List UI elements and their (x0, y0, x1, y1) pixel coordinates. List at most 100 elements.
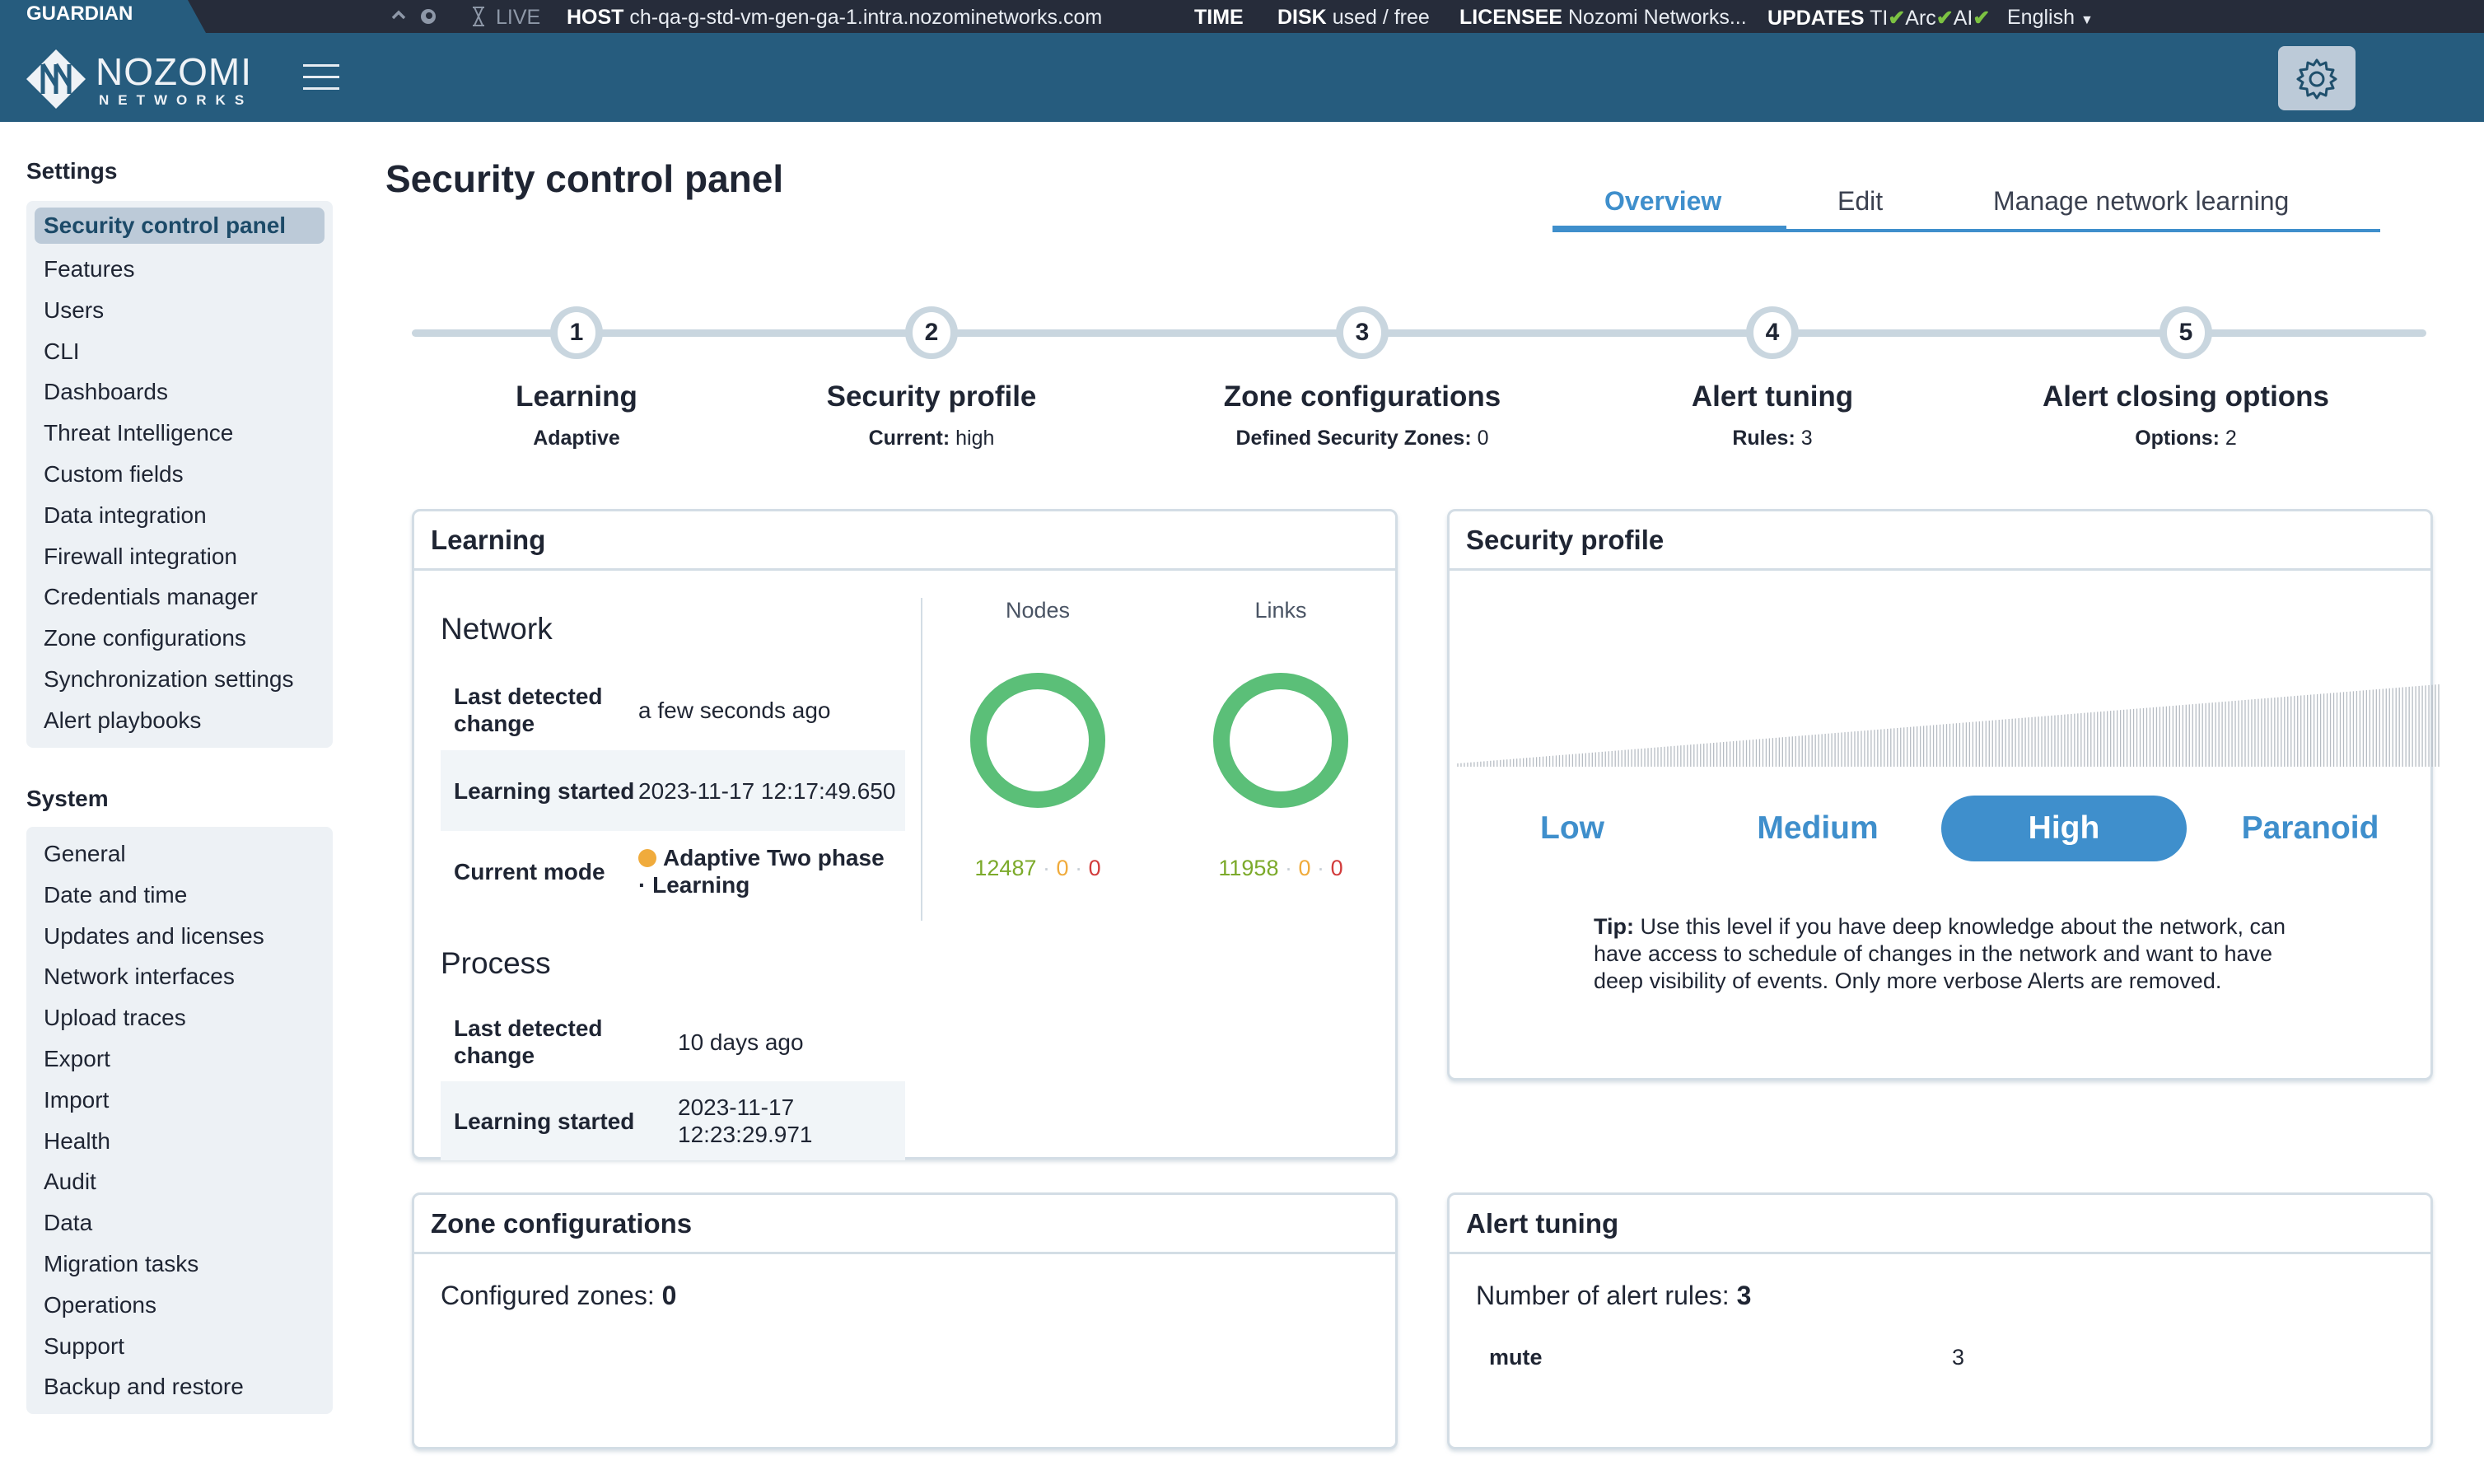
sidebar-item-threat-intelligence[interactable]: Threat Intelligence (35, 413, 325, 454)
sidebar-item-import[interactable]: Import (35, 1080, 325, 1121)
links-pending-count: 0 (1298, 856, 1311, 880)
sidebar-item-custom-fields[interactable]: Custom fields (35, 454, 325, 495)
sidebar-item-cli[interactable]: CLI (35, 331, 325, 372)
logo-sub: NETWORKS (99, 92, 254, 108)
step-title: Zone configurations (1223, 380, 1501, 413)
step-number-badge[interactable]: 3 (1336, 306, 1389, 359)
updates-label: UPDATES (1767, 7, 1865, 30)
security-profile-panel: Security profile Low Medium High Paranoi… (1447, 509, 2440, 1080)
rule-count: 3 (1952, 1345, 1965, 1370)
eye-icon[interactable] (418, 7, 438, 32)
update-arc: Arc (1905, 7, 1936, 30)
panel-title: Alert tuning (1450, 1195, 2430, 1254)
panel-title: Zone configurations (414, 1195, 1395, 1254)
collapse-icon[interactable] (390, 5, 407, 30)
alert-tuning-panel: Alert tuning Number of alert rules: 3 mu… (1447, 1192, 2433, 1449)
nodes-summary[interactable]: Nodes 12487 · 0 · 0 (947, 598, 1128, 881)
sidebar-item-updates-and-licenses[interactable]: Updates and licenses (35, 916, 325, 957)
level-low-button[interactable]: Low (1450, 796, 1695, 861)
language-value: English (2007, 6, 2075, 29)
step-number-badge[interactable]: 2 (905, 306, 958, 359)
language-select[interactable]: English ▼ (2007, 6, 2094, 30)
sidebar-settings-group: Security control panel Features Users CL… (26, 201, 333, 748)
time-info: TIME (1194, 6, 1244, 30)
sidebar-item-alert-playbooks[interactable]: Alert playbooks (35, 700, 325, 741)
sidebar-item-dashboards[interactable]: Dashboards (35, 371, 325, 413)
step-learning[interactable]: 1 Learning Adaptive (371, 306, 782, 450)
step-number-badge[interactable]: 4 (1746, 306, 1799, 359)
sidebar-item-firewall-integration[interactable]: Firewall integration (35, 536, 325, 577)
nozomi-logo[interactable]: NOZOMI NETWORKS (25, 44, 272, 110)
step-subtitle: Options: 2 (2135, 427, 2237, 450)
links-learned-count: 11958 (1218, 856, 1279, 880)
step-title: Security profile (826, 380, 1037, 413)
sidebar-item-synchronization-settings[interactable]: Synchronization settings (35, 659, 325, 700)
host-info: HOST ch-qa-g-std-vm-gen-ga-1.intra.nozom… (567, 6, 1102, 30)
links-label: Links (1254, 598, 1307, 623)
step-number-badge[interactable]: 5 (2159, 306, 2212, 359)
sidebar-section-title: System (26, 786, 109, 811)
tab-manage-network-learning[interactable]: Manage network learning (1993, 186, 2289, 217)
nodes-learned-arc[interactable] (970, 673, 1105, 808)
security-level-selector: Low Medium High Paranoid (1450, 796, 2435, 861)
step-subtitle: Adaptive (533, 427, 620, 450)
sidebar-item-export[interactable]: Export (35, 1038, 325, 1080)
step-zone-configurations[interactable]: 3 Zone configurations Defined Security Z… (1156, 306, 1568, 450)
sidebar-item-zone-configurations[interactable]: Zone configurations (35, 618, 325, 659)
tab-overview[interactable]: Overview (1604, 186, 1721, 217)
sidebar-item-support[interactable]: Support (35, 1326, 325, 1367)
step-subtitle: Rules: 3 (1732, 427, 1813, 450)
check-icon: ✔ (1888, 7, 1906, 30)
sidebar-item-credentials-manager[interactable]: Credentials manager (35, 576, 325, 618)
kv-row: Last detected change a few seconds ago (454, 684, 831, 736)
learning-panel: Learning Network Last detected change a … (412, 509, 1398, 1160)
links-donut-chart[interactable] (1207, 666, 1355, 814)
sidebar-item-security-control-panel[interactable]: Security control panel (35, 208, 325, 244)
level-high-button[interactable]: High (1941, 796, 2187, 861)
links-learned-arc[interactable] (1213, 673, 1348, 808)
sidebar-item-migration-tasks[interactable]: Migration tasks (35, 1244, 325, 1285)
links-unlearned-count: 0 (1330, 856, 1343, 880)
sidebar-item-upload-traces[interactable]: Upload traces (35, 997, 325, 1038)
sidebar-item-health[interactable]: Health (35, 1121, 325, 1162)
sidebar-item-features[interactable]: Features (35, 249, 325, 290)
links-summary[interactable]: Links 11958 · 0 · 0 (1190, 598, 1371, 881)
panel-title: Learning (414, 511, 1395, 571)
tab-edit[interactable]: Edit (1837, 186, 1883, 217)
step-alert-tuning[interactable]: 4 Alert tuning Rules: 3 (1567, 306, 1978, 450)
disk-info: DISK used / free (1277, 6, 1430, 30)
product-name: GUARDIAN (0, 0, 206, 33)
step-title: Learning (516, 380, 637, 413)
step-number-badge[interactable]: 1 (550, 306, 603, 359)
update-ti: TI (1870, 7, 1889, 30)
live-indicator[interactable]: LIVE (496, 6, 540, 30)
step-title: Alert tuning (1691, 380, 1854, 413)
sidebar-item-network-interfaces[interactable]: Network interfaces (35, 956, 325, 997)
caret-down-icon: ▼ (2080, 13, 2094, 27)
sidebar-item-users[interactable]: Users (35, 290, 325, 331)
step-title: Alert closing options (2042, 380, 2330, 413)
sidebar-item-date-and-time[interactable]: Date and time (35, 875, 325, 916)
hourglass-icon (471, 6, 486, 33)
nodes-pending-count: 0 (1056, 856, 1069, 880)
nodes-donut-chart[interactable] (964, 666, 1112, 814)
sidebar-section-title: Settings (26, 158, 118, 184)
divider (921, 598, 922, 921)
sidebar-item-audit[interactable]: Audit (35, 1161, 325, 1202)
settings-button[interactable] (2278, 46, 2356, 110)
licensee-value: Nozomi Networks... (1567, 6, 1747, 29)
sidebar-item-general[interactable]: General (35, 833, 325, 875)
hamburger-icon[interactable] (303, 64, 339, 92)
nodes-learned-count: 12487 (974, 856, 1037, 880)
level-medium-button[interactable]: Medium (1695, 796, 1940, 861)
updates-info[interactable]: UPDATES TI✔Arc✔AI✔ (1767, 6, 1990, 30)
licensee-info: LICENSEE Nozomi Networks... (1459, 6, 1747, 30)
sidebar-item-backup-and-restore[interactable]: Backup and restore (35, 1366, 325, 1407)
step-security-profile[interactable]: 2 Security profile Current: high (726, 306, 1137, 450)
level-paranoid-button[interactable]: Paranoid (2188, 796, 2433, 861)
sidebar-item-data[interactable]: Data (35, 1202, 325, 1244)
sidebar-item-data-integration[interactable]: Data integration (35, 495, 325, 536)
sidebar-item-operations[interactable]: Operations (35, 1285, 325, 1326)
step-alert-closing-options[interactable]: 5 Alert closing options Options: 2 (1980, 306, 2392, 450)
kv-row: Learning started 2023-11-17 12:17:49.650 (441, 750, 905, 831)
